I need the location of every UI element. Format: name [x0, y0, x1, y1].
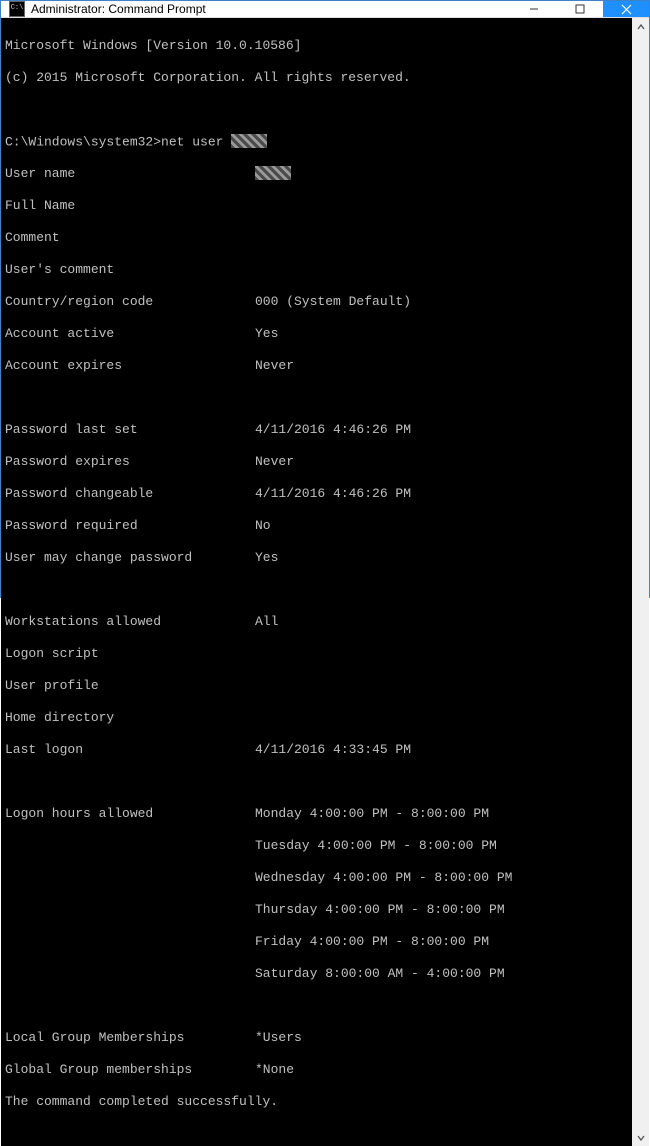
- logon-hours-3: Thursday 4:00:00 PM - 8:00:00 PM: [255, 902, 505, 918]
- window-controls: [511, 1, 649, 17]
- workstations-label: Workstations allowed: [5, 614, 255, 630]
- logon-hours-4: Friday 4:00:00 PM - 8:00:00 PM: [255, 934, 489, 950]
- terminal-area: Microsoft Windows [Version 10.0.10586] (…: [1, 18, 649, 1146]
- users-comment-label: User's comment: [5, 262, 255, 278]
- terminal-output[interactable]: Microsoft Windows [Version 10.0.10586] (…: [1, 18, 632, 1146]
- pw-changeable-label: Password changeable: [5, 486, 255, 502]
- user-may-change-label: User may change password: [5, 550, 255, 566]
- last-logon-value: 4/11/2016 4:33:45 PM: [255, 742, 411, 758]
- blank-line: [5, 102, 628, 118]
- completed-line: The command completed successfully.: [5, 1094, 628, 1110]
- account-expires-label: Account expires: [5, 358, 255, 374]
- prompt-command: net user: [161, 134, 231, 149]
- full-name-label: Full Name: [5, 198, 255, 214]
- pw-expires-value: Never: [255, 454, 294, 470]
- prompt-line: C:\Windows\system32>net user: [5, 134, 628, 150]
- scroll-track[interactable]: [632, 35, 649, 1129]
- window-title: Administrator: Command Prompt: [31, 2, 206, 16]
- global-groups-value: *None: [255, 1062, 294, 1078]
- logon-hours-label: Logon hours allowed: [5, 806, 255, 822]
- blank-line: [5, 390, 628, 406]
- maximize-icon: [575, 4, 585, 14]
- chevron-up-icon: [637, 23, 645, 31]
- blank-line: [5, 998, 628, 1014]
- close-button[interactable]: [603, 1, 649, 17]
- logon-hours-2: Wednesday 4:00:00 PM - 8:00:00 PM: [255, 870, 512, 886]
- country-label: Country/region code: [5, 294, 255, 310]
- chevron-down-icon: [637, 1134, 645, 1142]
- pw-required-value: No: [255, 518, 271, 534]
- maximize-button[interactable]: [557, 1, 603, 17]
- redacted-user-name-value: [255, 166, 291, 180]
- scroll-down-button[interactable]: [632, 1129, 649, 1146]
- blank-line: [5, 774, 628, 790]
- logon-hours-0: Monday 4:00:00 PM - 8:00:00 PM: [255, 806, 489, 822]
- pw-required-label: Password required: [5, 518, 255, 534]
- account-active-value: Yes: [255, 326, 278, 342]
- blank-line: [5, 582, 628, 598]
- user-name-label: User name: [5, 166, 255, 182]
- country-value: 000 (System Default): [255, 294, 411, 310]
- pw-last-set-value: 4/11/2016 4:46:26 PM: [255, 422, 411, 438]
- local-groups-value: *Users: [255, 1030, 302, 1046]
- pw-changeable-value: 4/11/2016 4:46:26 PM: [255, 486, 411, 502]
- local-groups-label: Local Group Memberships: [5, 1030, 255, 1046]
- banner-line-2: (c) 2015 Microsoft Corporation. All righ…: [5, 70, 628, 86]
- minimize-button[interactable]: [511, 1, 557, 17]
- minimize-icon: [529, 4, 539, 14]
- account-active-label: Account active: [5, 326, 255, 342]
- last-logon-label: Last logon: [5, 742, 255, 758]
- comment-label: Comment: [5, 230, 255, 246]
- logon-script-label: Logon script: [5, 646, 255, 662]
- global-groups-label: Global Group memberships: [5, 1062, 255, 1078]
- pw-expires-label: Password expires: [5, 454, 255, 470]
- account-expires-value: Never: [255, 358, 294, 374]
- home-directory-label: Home directory: [5, 710, 255, 726]
- vertical-scrollbar[interactable]: [632, 18, 649, 1146]
- redacted-username: [231, 134, 267, 148]
- user-may-change-value: Yes: [255, 550, 278, 566]
- workstations-value: All: [255, 614, 278, 630]
- logon-hours-1: Tuesday 4:00:00 PM - 8:00:00 PM: [255, 838, 497, 854]
- prompt-path: C:\Windows\system32>: [5, 134, 161, 149]
- close-icon: [621, 4, 632, 15]
- titlebar[interactable]: C:\ Administrator: Command Prompt: [1, 1, 649, 18]
- user-profile-label: User profile: [5, 678, 255, 694]
- pw-last-set-label: Password last set: [5, 422, 255, 438]
- command-prompt-window: C:\ Administrator: Command Prompt Micros…: [0, 0, 650, 598]
- scroll-up-button[interactable]: [632, 18, 649, 35]
- banner-line-1: Microsoft Windows [Version 10.0.10586]: [5, 38, 628, 54]
- logon-hours-5: Saturday 8:00:00 AM - 4:00:00 PM: [255, 966, 505, 982]
- cmd-icon: C:\: [9, 1, 25, 17]
